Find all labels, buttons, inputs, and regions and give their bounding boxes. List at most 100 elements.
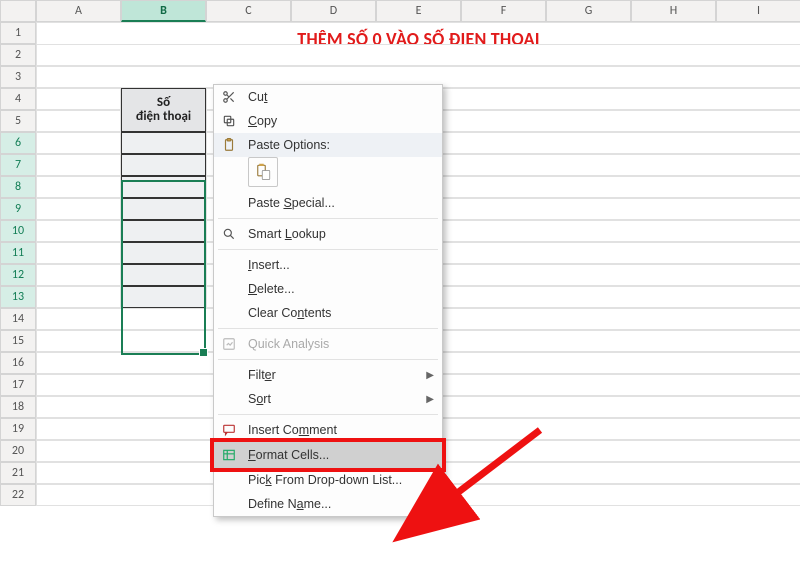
row-head-12[interactable]: 12: [0, 264, 36, 286]
row-head-18[interactable]: 18: [0, 396, 36, 418]
blank-icon: [220, 471, 238, 489]
menu-label: Insert...: [248, 258, 434, 272]
col-head-e[interactable]: E: [376, 0, 461, 22]
data-cell[interactable]: [121, 154, 206, 176]
data-cell[interactable]: [121, 176, 206, 198]
col-head-i[interactable]: I: [716, 0, 800, 22]
row-head-1[interactable]: 1: [0, 22, 36, 44]
menu-paste-options: Paste Options:: [214, 133, 442, 157]
paste-icon: [254, 163, 272, 181]
data-cell[interactable]: [121, 220, 206, 242]
row-head-9[interactable]: 9: [0, 198, 36, 220]
chevron-right-icon: ▶: [426, 370, 434, 381]
menu-smart-lookup[interactable]: Smart Lookup: [214, 222, 442, 246]
menu-separator: [218, 359, 438, 360]
menu-label: Delete...: [248, 282, 434, 296]
col-head-b[interactable]: B: [121, 0, 206, 22]
menu-label: Insert Comment: [248, 423, 434, 437]
row-head-21[interactable]: 21: [0, 462, 36, 484]
row-head-15[interactable]: 15: [0, 330, 36, 352]
menu-insert[interactable]: Insert...: [214, 253, 442, 277]
row-head-5[interactable]: 5: [0, 110, 36, 132]
row-head-8[interactable]: 8: [0, 176, 36, 198]
blank-icon: [220, 280, 238, 298]
cell[interactable]: [36, 198, 121, 220]
row-head-7[interactable]: 7: [0, 154, 36, 176]
row-head-2[interactable]: 2: [0, 44, 36, 66]
blank-icon: [220, 256, 238, 274]
row-head-11[interactable]: 11: [0, 242, 36, 264]
data-cell[interactable]: [121, 198, 206, 220]
menu-separator: [218, 328, 438, 329]
row-head-3[interactable]: 3: [0, 66, 36, 88]
menu-label: Sort: [248, 392, 416, 406]
menu-delete[interactable]: Delete...: [214, 277, 442, 301]
menu-pick-from-list[interactable]: Pick From Drop-down List...: [214, 468, 442, 492]
cell[interactable]: [36, 88, 121, 110]
copy-icon: [220, 112, 238, 130]
menu-cut[interactable]: Cut: [214, 85, 442, 109]
paste-button[interactable]: [248, 157, 278, 187]
blank-icon: [220, 390, 238, 408]
row-head-22[interactable]: 22: [0, 484, 36, 506]
table-header-line2: điện thoại: [136, 110, 191, 124]
cell[interactable]: [36, 110, 121, 132]
col-head-f[interactable]: F: [461, 0, 546, 22]
menu-filter[interactable]: Filter ▶: [214, 363, 442, 387]
menu-paste-special[interactable]: Paste Special...: [214, 191, 442, 215]
blank-icon: [220, 366, 238, 384]
menu-format-cells[interactable]: Format Cells...: [214, 442, 442, 468]
chevron-right-icon: ▶: [426, 394, 434, 405]
row-head-16[interactable]: 16: [0, 352, 36, 374]
context-menu: Cut Copy Paste Options: Paste Special...…: [213, 84, 443, 517]
menu-separator: [218, 414, 438, 415]
scissors-icon: [220, 88, 238, 106]
data-cell[interactable]: [121, 132, 206, 154]
row-head-19[interactable]: 19: [0, 418, 36, 440]
data-cell[interactable]: [121, 242, 206, 264]
cell[interactable]: [36, 132, 121, 154]
cell[interactable]: [36, 44, 800, 66]
cell[interactable]: [36, 242, 121, 264]
row-head-10[interactable]: 10: [0, 220, 36, 242]
cell[interactable]: [36, 264, 121, 286]
data-cell[interactable]: [121, 286, 206, 308]
row-head-14[interactable]: 14: [0, 308, 36, 330]
col-head-h[interactable]: H: [631, 0, 716, 22]
col-head-g[interactable]: G: [546, 0, 631, 22]
row-head-20[interactable]: 20: [0, 440, 36, 462]
col-head-c[interactable]: C: [206, 0, 291, 22]
menu-copy[interactable]: Copy: [214, 109, 442, 133]
cell[interactable]: [36, 154, 121, 176]
menu-label: Clear Contents: [248, 306, 434, 320]
select-all-corner[interactable]: [0, 0, 36, 22]
blank-icon: [220, 304, 238, 322]
col-head-d[interactable]: D: [291, 0, 376, 22]
menu-clear-contents[interactable]: Clear Contents: [214, 301, 442, 325]
col-head-a[interactable]: A: [36, 0, 121, 22]
row-head-17[interactable]: 17: [0, 374, 36, 396]
menu-label: Pick From Drop-down List...: [248, 473, 434, 487]
row-head-13[interactable]: 13: [0, 286, 36, 308]
menu-label: Format Cells...: [248, 448, 434, 462]
format-cells-icon: [220, 446, 238, 464]
menu-label: Paste Options:: [248, 138, 434, 152]
cell[interactable]: [36, 220, 121, 242]
menu-sort[interactable]: Sort ▶: [214, 387, 442, 411]
cell[interactable]: [36, 286, 121, 308]
row-head-4[interactable]: 4: [0, 88, 36, 110]
menu-label: Quick Analysis: [248, 337, 434, 351]
menu-insert-comment[interactable]: Insert Comment: [214, 418, 442, 442]
quick-analysis-icon: [220, 335, 238, 353]
row-head-6[interactable]: 6: [0, 132, 36, 154]
comment-icon: [220, 421, 238, 439]
blank-icon: [220, 495, 238, 513]
menu-define-name[interactable]: Define Name...: [214, 492, 442, 516]
menu-label: Define Name...: [248, 497, 434, 511]
menu-label: Filter: [248, 368, 416, 382]
menu-separator: [218, 249, 438, 250]
table-header-so-dien-thoai[interactable]: Số điện thoại: [121, 88, 206, 132]
cell[interactable]: [36, 176, 121, 198]
data-cell[interactable]: [121, 264, 206, 286]
menu-label: Smart Lookup: [248, 227, 434, 241]
